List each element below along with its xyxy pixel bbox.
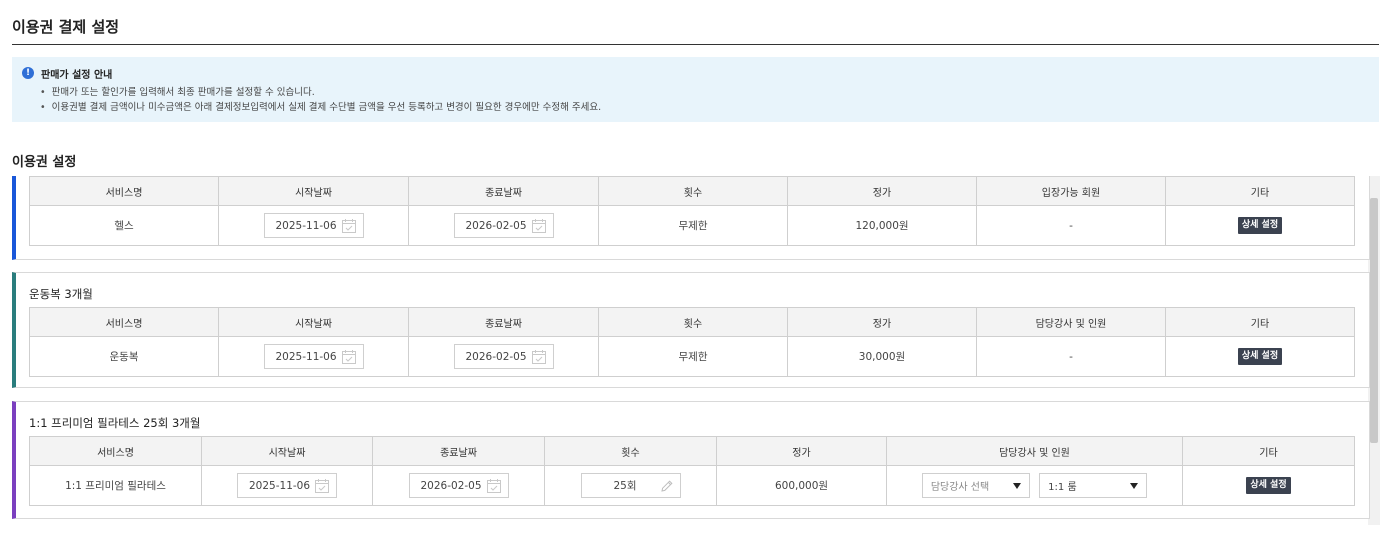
notice-line: 이용권별 결제 금액이나 미수금액은 아래 결제정보입력에서 실제 결제 수단별…: [40, 100, 602, 115]
col-header-count: 횟수: [598, 307, 788, 337]
usage-count: 무제한: [598, 336, 788, 377]
end-date-input[interactable]: 2026-02-05: [408, 473, 509, 498]
col-header-etc: 기타: [1165, 176, 1355, 206]
capacity-select-value: 1:1 룸: [1048, 482, 1077, 493]
col-header-count: 횟수: [598, 176, 788, 206]
col-header-service: 서비스명: [29, 176, 219, 206]
col-header-etc: 기타: [1165, 307, 1355, 337]
usage-count: 무제한: [598, 205, 788, 246]
notice-title: 판매가 설정 안내: [41, 70, 113, 81]
members-value: -: [976, 205, 1166, 246]
table-row: 헬스 2025-11-06 2026-02-05 무제한 120,000원 - …: [29, 205, 1355, 246]
service-name: 1:1 프리미엄 필라테스: [29, 465, 202, 506]
ticket-table: 서비스명 시작날짜 종료날짜 횟수 정가 담당강사 및 인원 기타 운동복 20…: [29, 307, 1355, 377]
col-header-service: 서비스명: [29, 436, 202, 466]
page-title: 이용권 결제 설정: [12, 18, 120, 36]
col-header-price: 정가: [716, 436, 887, 466]
instructor-select[interactable]: 담당강사 선택: [921, 473, 1030, 498]
ticket-name: 1:1 프리미엄 필라테스 25회 3개월: [29, 416, 201, 430]
start-date-value: 2025-11-06: [275, 219, 337, 232]
ticket-table: 서비스명 시작날짜 종료날짜 횟수 정가 담당강사 및 인원 기타 1:1 프리…: [29, 436, 1355, 506]
col-header-members: 입장가능 회원: [976, 176, 1166, 206]
ticket-card: 서비스명 시작날짜 종료날짜 횟수 정가 입장가능 회원 기타 헬스 2025-…: [12, 176, 1370, 260]
calendar-icon[interactable]: [314, 478, 330, 494]
col-header-price: 정가: [787, 307, 977, 337]
pencil-icon[interactable]: [660, 479, 674, 493]
calendar-icon[interactable]: [486, 478, 502, 494]
table-row: 운동복 2025-11-06 2026-02-05 무제한 30,000원 - …: [29, 336, 1355, 377]
chevron-down-icon: [1130, 482, 1139, 489]
end-date-input[interactable]: 2026-02-05: [453, 213, 554, 238]
section-title: 이용권 설정: [12, 155, 77, 170]
end-date-input[interactable]: 2026-02-05: [453, 344, 554, 369]
ticket-card: 1:1 프리미엄 필라테스 25회 3개월 서비스명 시작날짜 종료날짜 횟수 …: [12, 401, 1370, 519]
calendar-icon[interactable]: [531, 218, 547, 234]
chevron-down-icon: [1012, 482, 1021, 489]
start-date-value: 2025-11-06: [249, 479, 311, 492]
col-header-price: 정가: [787, 176, 977, 206]
price: 600,000원: [716, 465, 887, 506]
notice-line: 판매가 또는 할인가를 입력해서 최종 판매가를 설정할 수 있습니다.: [40, 85, 601, 100]
calendar-icon[interactable]: [531, 349, 547, 365]
service-name: 헬스: [29, 205, 219, 246]
instructor-select-value: 담당강사 선택: [930, 482, 990, 493]
price: 120,000원: [787, 205, 977, 246]
calendar-icon[interactable]: [341, 218, 357, 234]
notice-box: ! 판매가 설정 안내 판매가 또는 할인가를 입력해서 최종 판매가를 설정할…: [12, 57, 1379, 122]
end-date-value: 2026-02-05: [465, 219, 527, 232]
ticket-table: 서비스명 시작날짜 종료날짜 횟수 정가 입장가능 회원 기타 헬스 2025-…: [29, 176, 1355, 246]
start-date-input[interactable]: 2025-11-06: [237, 473, 337, 498]
col-header-end-date: 종료날짜: [408, 307, 599, 337]
start-date-input[interactable]: 2025-11-06: [263, 213, 364, 238]
calendar-icon[interactable]: [341, 349, 357, 365]
col-header-start-date: 시작날짜: [201, 436, 373, 466]
instructor-value: -: [976, 336, 1166, 377]
col-header-end-date: 종료날짜: [372, 436, 545, 466]
info-icon: !: [22, 67, 34, 79]
ticket-name: 운동복 3개월: [29, 287, 93, 301]
col-header-etc: 기타: [1182, 436, 1355, 466]
capacity-select[interactable]: 1:1 룸: [1039, 473, 1148, 498]
col-header-start-date: 시작날짜: [218, 176, 409, 206]
col-header-count: 횟수: [544, 436, 717, 466]
start-date-input[interactable]: 2025-11-06: [263, 344, 364, 369]
col-header-instructor: 담당강사 및 인원: [976, 307, 1166, 337]
col-header-end-date: 종료날짜: [408, 176, 599, 206]
col-header-start-date: 시작날짜: [218, 307, 409, 337]
count-input[interactable]: 25회: [580, 473, 681, 498]
title-divider: [12, 44, 1379, 45]
start-date-value: 2025-11-06: [275, 350, 337, 363]
end-date-value: 2026-02-05: [420, 479, 482, 492]
detail-settings-button[interactable]: 상세 설정: [1237, 348, 1283, 365]
col-header-service: 서비스명: [29, 307, 219, 337]
service-name: 운동복: [29, 336, 219, 377]
notice-list: 판매가 또는 할인가를 입력해서 최종 판매가를 설정할 수 있습니다. 이용권…: [40, 85, 602, 115]
price: 30,000원: [787, 336, 977, 377]
detail-settings-button[interactable]: 상세 설정: [1246, 477, 1291, 494]
ticket-card: 운동복 3개월 서비스명 시작날짜 종료날짜 횟수 정가 담당강사 및 인원 기…: [12, 272, 1370, 388]
scrollbar-thumb[interactable]: [1370, 198, 1378, 443]
table-row: 1:1 프리미엄 필라테스 2025-11-06 2026-02-05 25회: [29, 465, 1355, 506]
detail-settings-button[interactable]: 상세 설정: [1237, 217, 1283, 234]
count-value: 25회: [613, 480, 637, 492]
col-header-instructor: 담당강사 및 인원: [886, 436, 1183, 466]
end-date-value: 2026-02-05: [465, 350, 527, 363]
